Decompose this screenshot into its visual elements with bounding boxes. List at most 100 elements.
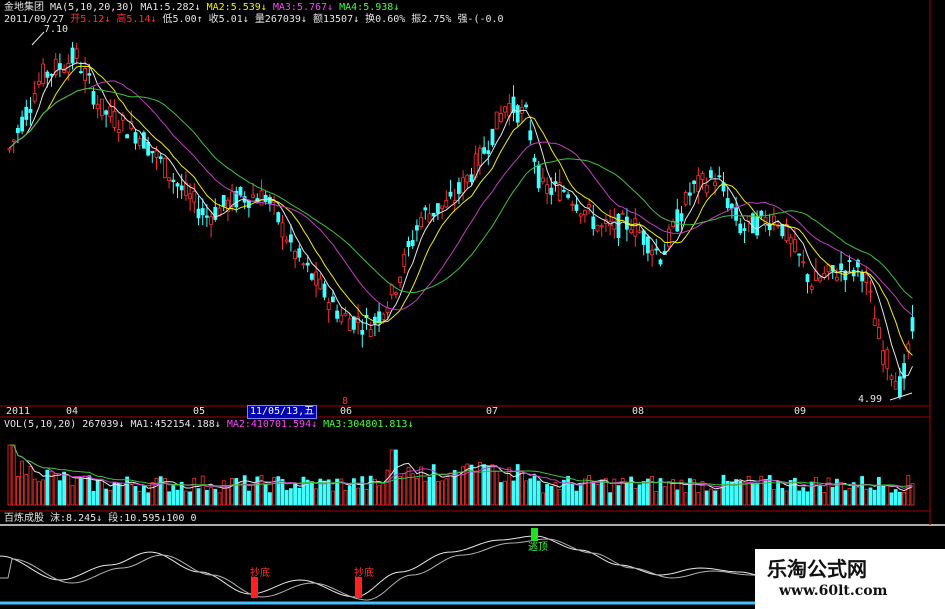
indicator-name: 百炼成股 (4, 513, 44, 524)
candle (562, 189, 566, 192)
volume-bar (877, 477, 881, 506)
volume-bar (70, 484, 75, 506)
candle (788, 237, 793, 245)
candle (482, 147, 487, 154)
volume-bar (574, 490, 579, 506)
volume-bar (742, 482, 747, 506)
brand-url: www.60lt.com (779, 583, 888, 599)
candle (146, 141, 151, 156)
ma-params: MA(5,10,20,30) (50, 2, 135, 13)
escape-signal (531, 528, 538, 541)
candle (263, 194, 268, 202)
volume-bar (545, 483, 549, 506)
volume-bar (486, 466, 491, 506)
candle (70, 47, 75, 64)
volume-bar (843, 490, 848, 506)
candle (675, 209, 680, 232)
volume-bar (150, 482, 155, 506)
bottom-signal-2-label: 抄底 (354, 568, 374, 579)
volume-bar (301, 476, 306, 506)
volume-bar (772, 489, 776, 506)
candle (58, 63, 62, 69)
ma-line-2 (9, 65, 913, 356)
quote-open: 开5.12↓ (70, 14, 111, 25)
candle (440, 205, 445, 209)
volume-bar (566, 475, 570, 506)
volume-bar (557, 489, 562, 506)
volume-bar (158, 476, 163, 506)
volume-bar (284, 490, 289, 506)
volume-bar (637, 484, 642, 506)
candle (641, 230, 646, 245)
volume-bar (456, 471, 461, 506)
candle (755, 216, 759, 236)
volume-bar (675, 489, 680, 506)
volume-bar (532, 475, 537, 506)
candle (238, 186, 243, 196)
candle (872, 318, 877, 326)
candle (494, 111, 499, 130)
ma1-value: MA1:5.282↓ (140, 2, 201, 13)
volume-bar (217, 492, 222, 506)
volume-bar (74, 476, 79, 506)
volume-bar (511, 480, 516, 506)
bottom-signal-1-label: 抄底 (250, 568, 270, 579)
candle (116, 129, 121, 134)
candle (759, 210, 764, 217)
candle (704, 184, 709, 194)
volume-bar (839, 481, 843, 506)
candle (435, 203, 440, 214)
volume-bar (293, 483, 298, 506)
vol-ma1: MA1:452154.188↓ (130, 419, 221, 430)
candle (28, 109, 33, 113)
candle (95, 103, 100, 109)
volume-bar (242, 475, 247, 506)
candle (335, 310, 340, 319)
volume-bar (734, 479, 738, 506)
volume-bar (104, 488, 108, 506)
volume-bar (7, 444, 12, 506)
candle (175, 183, 180, 187)
volume-bar (62, 471, 66, 506)
candle (112, 111, 117, 128)
volume-bar (196, 488, 201, 506)
indicator-duan: 段:10.595↓100 (108, 513, 185, 524)
volume-bar (788, 480, 793, 506)
time-label-08: 08 (632, 406, 645, 417)
candle (347, 318, 352, 331)
candle (805, 274, 810, 283)
candle (738, 223, 743, 234)
volume-bar (826, 477, 831, 506)
candle (125, 134, 129, 139)
candle (104, 110, 108, 115)
volume-bar (755, 482, 759, 506)
volume-bar (427, 476, 432, 506)
time-label-07: 07 (486, 406, 499, 417)
candle (818, 277, 822, 282)
volume-bar (188, 491, 193, 506)
volume-bar (477, 462, 482, 506)
volume-bar (805, 491, 810, 506)
candle (860, 272, 864, 282)
candle (566, 194, 570, 198)
osc-line-fast (0, 535, 761, 598)
candle (100, 98, 104, 117)
volume-bar (251, 483, 256, 506)
candle (679, 213, 684, 222)
volume-bar (309, 481, 314, 506)
candle (377, 311, 382, 324)
volume-bar (37, 481, 41, 506)
candle (503, 106, 508, 113)
volume-bar (662, 486, 667, 506)
volume-bar (667, 481, 671, 506)
candle (751, 213, 755, 234)
candle (599, 225, 604, 228)
volume-bar (15, 476, 20, 506)
volume-bar (347, 485, 352, 506)
candle (553, 181, 558, 185)
volume-bar (864, 489, 869, 506)
candle (158, 156, 163, 160)
candle (587, 204, 591, 208)
candle (793, 239, 797, 253)
candle (423, 207, 428, 211)
